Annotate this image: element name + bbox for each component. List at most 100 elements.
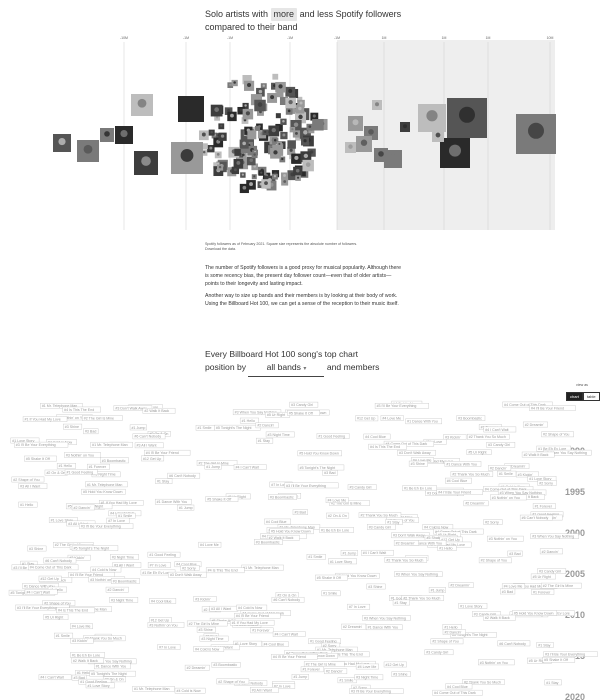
artist-photo[interactable] [227, 111, 237, 122]
song-label[interactable]: #5 Shake It Off [287, 410, 320, 416]
artist-photo[interactable] [295, 175, 301, 181]
song-label[interactable]: #5 Shake It Off [24, 455, 57, 462]
song-label[interactable]: #2 The Girl Is Mine [186, 620, 228, 627]
song-label[interactable]: #3 Kickin' [193, 596, 217, 602]
song-label[interactable]: #4 I'll Be Your Friend [144, 449, 191, 456]
song-label[interactable]: #1 Stay [392, 599, 410, 606]
artist-photo[interactable] [302, 159, 314, 172]
song-label[interactable]: #3 Boombastic [100, 457, 129, 464]
song-label[interactable]: #2 Dancin' [255, 422, 279, 429]
song-label[interactable]: #2 Sorry [537, 480, 557, 486]
song-label[interactable]: #1 Smile [116, 512, 136, 519]
song-label[interactable]: #2 On & On [326, 512, 350, 519]
artist-photo[interactable] [218, 123, 225, 130]
artist-photo[interactable] [251, 174, 257, 180]
song-label[interactable]: #3 Boombastic [456, 415, 486, 421]
song-label[interactable]: #4 Cool Blue [444, 477, 472, 484]
song-label[interactable]: #1 Stay [155, 478, 173, 484]
artist-photo[interactable] [254, 125, 261, 131]
song-label[interactable]: #1 Love Story [85, 682, 115, 689]
artist-photo[interactable] [270, 147, 281, 159]
song-label[interactable]: #3 Shine [366, 583, 386, 590]
song-label[interactable]: #1 Mr. Telephone Man [85, 481, 128, 488]
artist-photo[interactable] [131, 94, 153, 116]
song-label[interactable]: #3 When You Say Nothing [394, 571, 443, 577]
song-label[interactable]: #2 Dreamin' [522, 421, 548, 428]
song-label[interactable]: #2 Dancin' [71, 504, 95, 511]
song-label[interactable]: #4 I Can't Wait [24, 589, 58, 595]
song-label[interactable]: #5 Hold You Know Down [297, 450, 342, 457]
artist-photo[interactable] [77, 140, 99, 162]
artist-photo[interactable] [272, 73, 279, 80]
artist-photo[interactable] [287, 140, 296, 149]
song-label[interactable]: #4 Cold is Now [193, 646, 225, 652]
song-label[interactable]: #4 Cool Blue [149, 598, 177, 604]
artist-photo[interactable] [275, 81, 286, 93]
song-label[interactable]: #1 Jump [340, 550, 358, 556]
song-label[interactable]: #3 Nothin' on You [487, 535, 524, 542]
song-label[interactable]: #4 Cold is Now [90, 566, 122, 573]
song-label[interactable]: #2 Thank You So Much [467, 433, 510, 440]
song-label[interactable]: #5 Ur Right [530, 573, 556, 580]
song-label[interactable]: #1 Love Story [328, 558, 357, 565]
song-label[interactable]: #2 Dancin' [442, 629, 466, 635]
artist-photo[interactable] [251, 152, 258, 159]
song-label[interactable]: #3 I'll Be Your Everything [374, 403, 429, 409]
song-label[interactable]: #4 Love Me [325, 497, 349, 503]
song-label[interactable]: #5 Tonight's The Night [214, 424, 261, 431]
song-label[interactable]: #4 Love Me [380, 415, 404, 421]
song-label[interactable]: #2 On & On [44, 469, 68, 476]
song-label[interactable]: #3 Candy Girl [424, 649, 454, 656]
song-label[interactable]: #1 Mr. Telephone Man [132, 686, 175, 692]
song-label[interactable]: #3 Candy Girl [289, 401, 319, 408]
artist-photo[interactable] [231, 166, 240, 175]
artist-photo[interactable] [516, 114, 556, 154]
song-label[interactable]: #3 Bad [292, 509, 308, 515]
song-label[interactable]: #2 Shape of You [216, 678, 250, 685]
song-label[interactable]: #1 Forever [300, 666, 324, 673]
artist-photo[interactable] [400, 122, 410, 132]
headline-toggle-chip[interactable]: more [270, 8, 298, 21]
artist-photo[interactable] [268, 125, 280, 137]
song-label[interactable]: #3 I'll Be Your Everything [14, 441, 69, 448]
song-label[interactable]: #1 Dance With You [444, 461, 482, 467]
song-label[interactable]: #2 Walk It Back [521, 451, 555, 458]
song-label[interactable]: #3 I'll Be Your Everything [543, 651, 598, 657]
artist-photo[interactable] [234, 148, 242, 156]
song-label[interactable]: #3 Nothin' on You [64, 452, 101, 458]
artist-photo[interactable] [208, 129, 215, 136]
song-label[interactable]: #3 Night Time [199, 635, 229, 642]
song-label[interactable]: #2 Dancin' [324, 668, 348, 675]
artist-photo[interactable] [214, 151, 222, 159]
song-label[interactable]: #2 Sorry [180, 565, 200, 571]
song-label[interactable]: #4 I'll Be Your Friend [436, 489, 483, 495]
song-label[interactable]: #2 Shape of You [11, 476, 45, 483]
artist-photo[interactable] [281, 178, 289, 186]
artist-photo[interactable] [312, 119, 324, 131]
artist-photo[interactable] [261, 179, 271, 189]
song-label[interactable]: #2 Walk It Back [71, 657, 104, 664]
song-label[interactable]: #3 Kickin' [70, 637, 94, 644]
song-label[interactable]: #1 Jump [204, 463, 222, 470]
song-label[interactable]: #1 Be Eh Ev Lore [402, 485, 437, 492]
artist-photo[interactable] [432, 130, 444, 142]
song-label[interactable]: #2 Thank You So Much [450, 471, 494, 477]
artist-photo[interactable] [218, 132, 227, 141]
song-label[interactable]: #1 Jump [177, 504, 195, 511]
song-label[interactable]: #2 Dancin' [105, 586, 129, 593]
song-label[interactable]: #1 Good Feeling [147, 551, 181, 558]
song-label[interactable]: #4 Cool Blue [363, 433, 391, 440]
song-label[interactable]: #3 Kickin' [443, 434, 467, 440]
song-label[interactable]: #3 Night Time [109, 597, 139, 603]
song-label[interactable]: #1 Forever [532, 503, 556, 509]
artist-photo[interactable] [267, 92, 278, 103]
song-label[interactable]: #2 Shape of You [478, 557, 512, 564]
song-label[interactable]: #7 In Love [106, 517, 130, 524]
artist-photo[interactable] [216, 164, 224, 171]
song-label[interactable]: #7 In Love [147, 562, 171, 568]
song-label[interactable]: #5 Ur Right [466, 449, 492, 455]
song-label[interactable]: #1 Smile [195, 424, 215, 431]
song-label[interactable]: #1 If You Had My Love [229, 619, 275, 626]
artist-photo[interactable] [348, 116, 363, 131]
song-label[interactable]: #7 In Love [347, 603, 371, 610]
